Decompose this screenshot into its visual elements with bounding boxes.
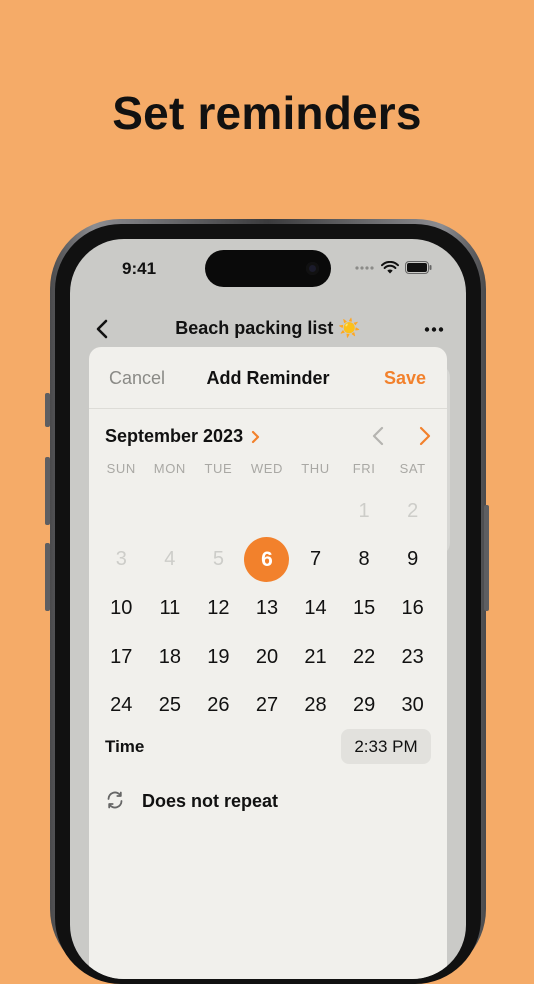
- next-month-chevron-right-icon[interactable]: [413, 425, 435, 447]
- phone-screen: 9:41 Beach packing list ☀️ Cancel Add Re…: [70, 239, 466, 979]
- weekday-wed: WED: [250, 461, 284, 476]
- camera-icon: [306, 262, 319, 275]
- weekday-fri: FRI: [352, 461, 376, 476]
- more-icon[interactable]: [424, 327, 444, 332]
- wifi-icon: [381, 261, 399, 274]
- day-18[interactable]: 18: [146, 633, 195, 682]
- weekday-mon: MON: [153, 461, 186, 476]
- day-23[interactable]: 23: [388, 633, 437, 682]
- day-25[interactable]: 25: [146, 681, 195, 730]
- day-17[interactable]: 17: [97, 633, 146, 682]
- day-30[interactable]: 30: [388, 681, 437, 730]
- day-20[interactable]: 20: [243, 633, 292, 682]
- day-7[interactable]: 7: [291, 536, 340, 585]
- day-3: 3: [115, 548, 127, 571]
- silent-switch: [45, 393, 50, 427]
- day-11[interactable]: 11: [146, 584, 195, 633]
- day-2: 2: [407, 499, 419, 522]
- headline: Set reminders: [112, 87, 422, 139]
- day-14[interactable]: 14: [291, 584, 340, 633]
- day-21[interactable]: 21: [291, 633, 340, 682]
- weekday-thu: THU: [301, 461, 330, 476]
- volume-up-button: [45, 457, 50, 525]
- save-button[interactable]: Save: [384, 368, 426, 389]
- day-26[interactable]: 26: [194, 681, 243, 730]
- day-10[interactable]: 10: [97, 584, 146, 633]
- repeat-icon: [107, 791, 123, 809]
- volume-down-button: [45, 543, 50, 611]
- power-button: [484, 505, 489, 611]
- dynamic-island: [205, 250, 331, 287]
- repeat-option[interactable]: Does not repeat: [142, 791, 278, 812]
- day-24[interactable]: 24: [97, 681, 146, 730]
- day-16[interactable]: 16: [388, 584, 437, 633]
- day-29[interactable]: 29: [340, 681, 389, 730]
- day-28[interactable]: 28: [291, 681, 340, 730]
- selected-day-label: 6: [244, 537, 290, 583]
- add-reminder-sheet: Cancel Add Reminder Save September 2023 …: [89, 347, 447, 979]
- day-9[interactable]: 9: [388, 536, 437, 585]
- weekday-sun: SUN: [106, 461, 136, 476]
- status-indicators: [355, 261, 432, 274]
- month-label: September 2023: [105, 426, 244, 446]
- weekday-tue: TUE: [204, 461, 233, 476]
- battery-icon: [405, 261, 432, 274]
- status-time: 9:41: [122, 259, 157, 278]
- weekday-sat: SAT: [399, 461, 426, 476]
- time-picker-button[interactable]: 2:33 PM: [341, 729, 431, 764]
- day-5: 5: [212, 548, 224, 571]
- previous-month-chevron-left-icon[interactable]: [368, 425, 390, 447]
- list-title: Beach packing list ☀️: [175, 318, 361, 338]
- chevron-right-icon: [251, 430, 260, 443]
- month-picker[interactable]: September 2023: [105, 426, 261, 447]
- day-4: 4: [164, 548, 176, 571]
- day-22[interactable]: 22: [340, 633, 389, 682]
- navigation-bar: Beach packing list ☀️: [70, 313, 466, 345]
- day-15[interactable]: 15: [340, 584, 389, 633]
- day-12[interactable]: 12: [194, 584, 243, 633]
- day-6-selected[interactable]: 6: [243, 536, 292, 585]
- sheet-header: Cancel Add Reminder Save: [89, 347, 447, 409]
- time-label: Time: [105, 737, 145, 756]
- weekday-header: SUN MON TUE WED THU FRI SAT: [97, 461, 437, 476]
- day-19[interactable]: 19: [194, 633, 243, 682]
- day-13[interactable]: 13: [243, 584, 292, 633]
- day-27[interactable]: 27: [243, 681, 292, 730]
- signal-icon: [355, 265, 374, 270]
- day-8[interactable]: 8: [340, 536, 389, 585]
- day-1: 1: [358, 499, 370, 522]
- calendar-grid: 1 2 3 4 5 6 7 8 9 10 11 12 13 14 15 16 17 18 19 20 21 22 23 24 2…: [97, 487, 437, 730]
